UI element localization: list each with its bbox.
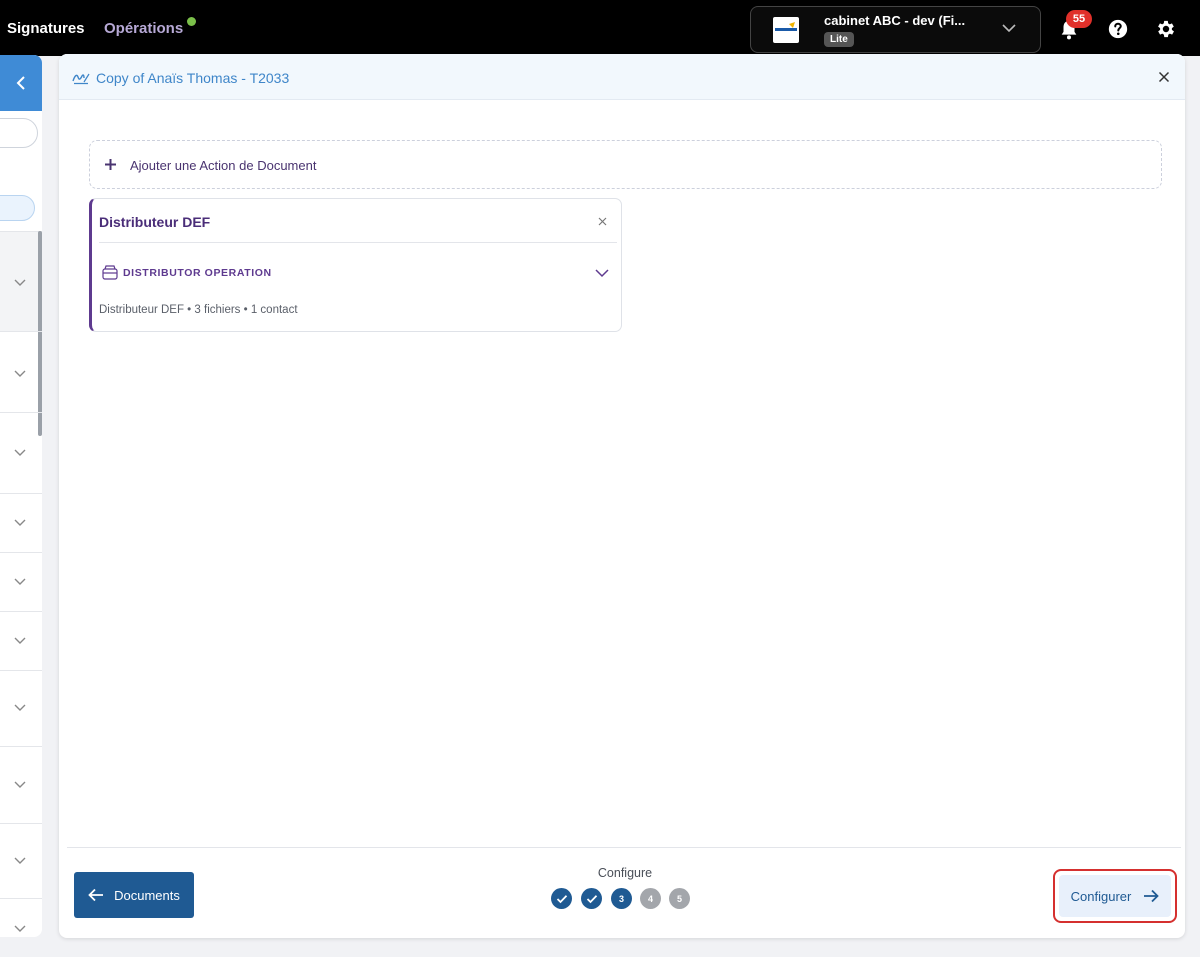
plus-icon <box>105 159 116 170</box>
divider <box>0 746 42 747</box>
check-icon <box>556 894 567 903</box>
gear-icon[interactable] <box>1155 18 1177 40</box>
modal-header: Copy of Anaïs Thomas - T2033 <box>59 54 1185 100</box>
footer-divider <box>67 847 1181 848</box>
chevron-down-icon[interactable] <box>13 633 27 647</box>
nav-signatures[interactable]: Signatures <box>7 20 85 37</box>
document-action-card[interactable]: Distributeur DEF DISTRIBUTOR OPERATION D… <box>89 198 622 332</box>
plan-badge: Lite <box>824 32 854 47</box>
step-4: 4 <box>640 888 661 909</box>
divider <box>0 823 42 824</box>
check-icon <box>586 894 597 903</box>
divider <box>99 242 617 243</box>
chevron-down-icon[interactable] <box>594 265 610 281</box>
search-input-partial[interactable] <box>0 118 38 148</box>
add-document-action-label: Ajouter une Action de Document <box>130 158 317 173</box>
chevron-down-icon[interactable] <box>13 366 27 380</box>
chevron-down-icon[interactable] <box>13 700 27 714</box>
notification-count-badge: 55 <box>1066 10 1092 28</box>
stepper-label: Configure <box>597 866 653 880</box>
step-5: 5 <box>669 888 690 909</box>
top-bar: Signatures Opérations cabinet ABC - dev … <box>0 0 1200 56</box>
chevron-down-icon[interactable] <box>13 515 27 529</box>
divider <box>0 670 42 671</box>
documents-back-label: Documents <box>114 887 180 903</box>
chevron-down-icon <box>1002 24 1016 33</box>
chevron-left-icon <box>16 76 25 90</box>
operation-modal: Copy of Anaïs Thomas - T2033 Ajouter une… <box>59 54 1185 938</box>
configure-button-label: Configurer <box>1070 888 1132 904</box>
organization-logo-icon <box>773 17 799 43</box>
chevron-down-icon[interactable] <box>13 777 27 791</box>
card-title: Distributeur DEF <box>99 214 211 230</box>
configure-button[interactable]: Configurer <box>1059 875 1171 917</box>
close-icon[interactable] <box>1158 71 1170 83</box>
help-icon[interactable] <box>1107 18 1129 40</box>
chevron-down-icon[interactable] <box>13 921 27 935</box>
configure-button-highlight: Configurer <box>1053 869 1177 923</box>
divider <box>0 331 42 332</box>
step-2-done <box>581 888 602 909</box>
organization-name: cabinet ABC - dev (Fi... <box>824 13 966 28</box>
collapse-panel-button[interactable] <box>0 55 42 111</box>
close-icon[interactable] <box>598 217 607 226</box>
divider <box>0 493 42 494</box>
arrow-right-icon <box>1144 889 1160 903</box>
chevron-down-icon <box>14 279 26 286</box>
organization-switcher[interactable]: cabinet ABC - dev (Fi... Lite <box>750 6 1041 53</box>
operations-status-dot <box>187 17 196 26</box>
card-summary: Distributeur DEF • 3 fichiers • 1 contac… <box>99 304 298 316</box>
chevron-down-icon[interactable] <box>13 445 27 459</box>
tray-icon <box>102 265 118 280</box>
operation-type-label: DISTRIBUTOR OPERATION <box>123 267 272 279</box>
nav-operations[interactable]: Opérations <box>104 20 183 37</box>
divider <box>0 898 42 899</box>
signature-icon <box>72 73 90 85</box>
arrow-left-icon <box>88 888 104 902</box>
divider <box>0 552 42 553</box>
divider <box>0 412 42 413</box>
chevron-down-icon[interactable] <box>13 853 27 867</box>
divider <box>0 611 42 612</box>
left-background-panel <box>0 55 42 937</box>
scrollbar[interactable] <box>38 231 42 436</box>
documents-back-button[interactable]: Documents <box>74 872 194 918</box>
step-3-current: 3 <box>611 888 632 909</box>
add-document-action-button[interactable]: Ajouter une Action de Document <box>89 140 1162 189</box>
filter-chip-partial[interactable] <box>0 195 35 221</box>
list-item[interactable] <box>0 232 42 331</box>
step-1-done <box>551 888 572 909</box>
modal-title: Copy of Anaïs Thomas - T2033 <box>96 70 290 86</box>
chevron-down-icon[interactable] <box>13 574 27 588</box>
